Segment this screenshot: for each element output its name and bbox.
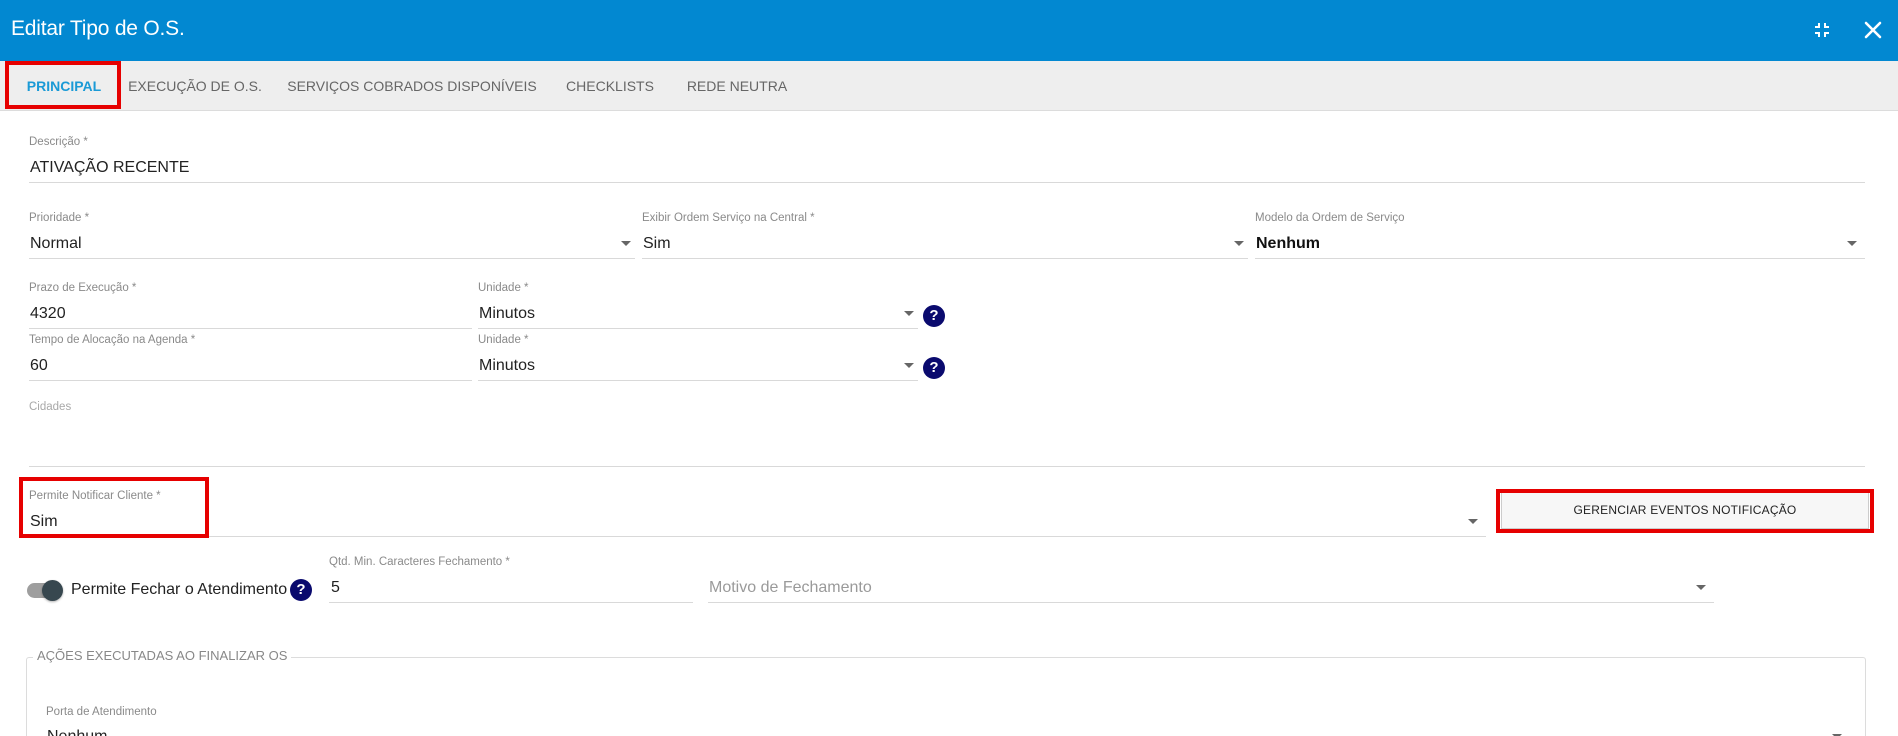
prioridade-dropdown-icon[interactable] [621,241,631,246]
prazo-execucao-label: Prazo de Execução * [29,282,137,294]
acoes-legend: AÇÕES EXECUTADAS AO FINALIZAR OS [33,648,292,663]
unidade-prazo-dropdown-icon[interactable] [904,311,914,316]
toggle-knob[interactable] [42,580,63,601]
descricao-underline [29,182,1865,183]
highlight-permite-notificar [19,477,209,538]
cidades-input[interactable] [29,415,1865,465]
exibir-central-dropdown-icon[interactable] [1234,241,1244,246]
highlight-gerenciar-button [1496,489,1874,533]
collapse-icon[interactable] [1810,18,1834,42]
unidade-alocacao-underline [478,380,918,381]
modelo-os-dropdown-icon[interactable] [1847,241,1857,246]
unidade-prazo-label: Unidade * [478,282,529,294]
motivo-fechamento-underline [708,602,1714,603]
unidade-alocacao-dropdown-icon[interactable] [904,363,914,368]
tab-execucao-os[interactable]: EXECUÇÃO DE O.S. [124,61,266,111]
prioridade-label: Prioridade * [29,212,90,224]
motivo-fechamento-select[interactable]: Motivo de Fechamento [709,579,872,597]
permite-fechar-label: Permite Fechar o Atendimento [71,581,288,598]
descricao-label: Descrição * [29,136,88,148]
edit-os-type-dialog: Editar Tipo de O.S. PRINCIPAL EXECUÇÃO D… [0,0,1898,736]
descricao-input[interactable]: ATIVAÇÃO RECENTE [30,159,189,177]
highlight-tab-principal [5,61,121,109]
prazo-execucao-input[interactable]: 4320 [30,305,66,323]
unidade-prazo-select[interactable]: Minutos [479,305,535,323]
unidade-alocacao-label: Unidade * [478,334,529,346]
cidades-label: Cidades [29,401,72,413]
modelo-os-label: Modelo da Ordem de Serviço [1255,212,1405,224]
help-icon[interactable]: ? [290,579,312,601]
exibir-central-underline [642,258,1248,259]
prioridade-select[interactable]: Normal [30,235,82,253]
modelo-os-select[interactable]: Nenhum [1256,235,1320,253]
qtd-min-caracteres-underline [329,602,693,603]
tempo-alocacao-underline [29,380,472,381]
prazo-execucao-underline [29,328,472,329]
qtd-min-caracteres-label: Qtd. Min. Caracteres Fechamento * [329,556,510,568]
help-icon[interactable]: ? [923,305,945,327]
unidade-prazo-underline [478,328,918,329]
tab-rede-neutra[interactable]: REDE NEUTRA [680,61,794,111]
permite-notificar-dropdown-icon[interactable] [1468,519,1478,524]
prioridade-underline [29,258,635,259]
help-icon[interactable]: ? [923,357,945,379]
modelo-os-underline [1255,258,1865,259]
close-icon[interactable] [1861,18,1885,42]
dialog-title: Editar Tipo de O.S. [11,17,185,40]
porta-atendimento-label: Porta de Atendimento [46,706,157,718]
tab-servicos-cobrados[interactable]: SERVIÇOS COBRADOS DISPONÍVEIS [284,61,540,111]
tab-checklists[interactable]: CHECKLISTS [558,61,662,111]
motivo-fechamento-dropdown-icon[interactable] [1696,585,1706,590]
exibir-central-select[interactable]: Sim [643,235,671,253]
cidades-underline [29,466,1865,467]
tempo-alocacao-label: Tempo de Alocação na Agenda * [29,334,196,346]
porta-atendimento-select[interactable]: Nenhum [47,728,107,736]
acoes-fieldset [26,657,1866,736]
unidade-alocacao-select[interactable]: Minutos [479,357,535,375]
permite-notificar-underline [29,536,1486,537]
dialog-header [0,0,1898,61]
tempo-alocacao-input[interactable]: 60 [30,357,48,375]
qtd-min-caracteres-input[interactable]: 5 [331,579,340,597]
exibir-central-label: Exibir Ordem Serviço na Central * [642,212,815,224]
